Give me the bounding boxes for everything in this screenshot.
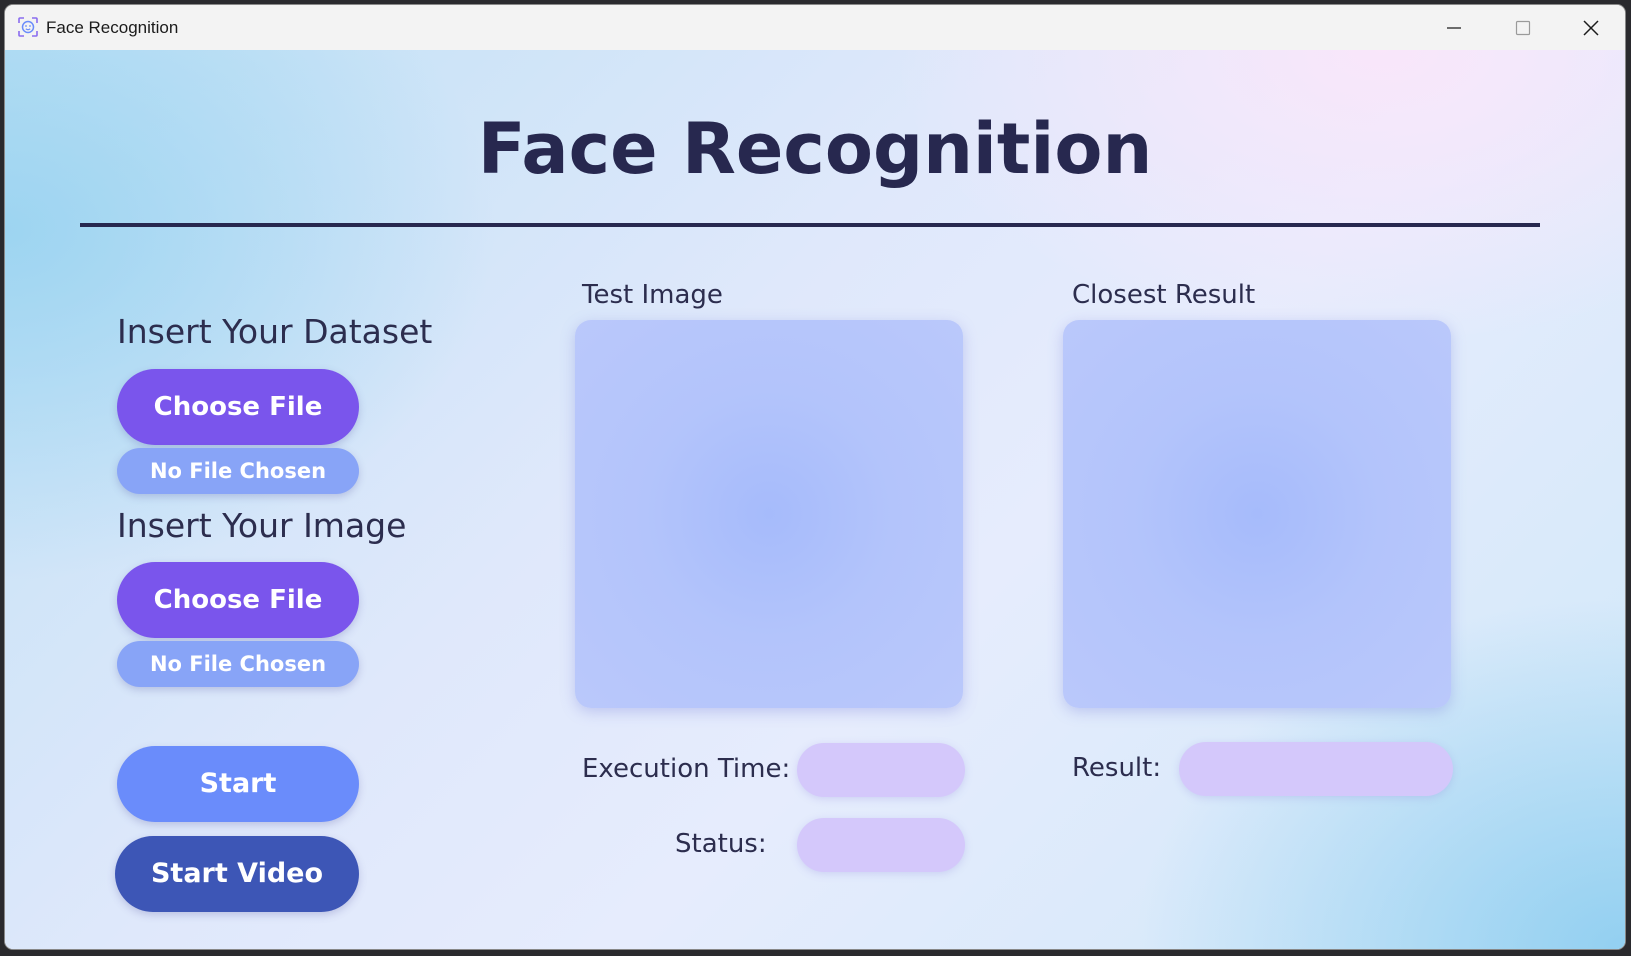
dataset-label: Insert Your Dataset — [117, 312, 433, 351]
closest-result-box — [1063, 320, 1451, 708]
result-label: Result: — [1072, 753, 1162, 783]
app-content: Face Recognition Insert Your Dataset Cho… — [5, 50, 1625, 949]
image-choose-file-button[interactable]: Choose File — [117, 562, 359, 638]
maximize-icon — [1515, 20, 1531, 36]
dataset-choose-file-button[interactable]: Choose File — [117, 369, 359, 445]
execution-time-label: Execution Time: — [582, 754, 791, 784]
start-video-button[interactable]: Start Video — [115, 836, 359, 912]
result-value — [1179, 742, 1453, 796]
window-title: Face Recognition — [46, 18, 179, 37]
title-divider — [80, 223, 1540, 227]
maximize-button[interactable] — [1489, 5, 1557, 50]
page-title: Face Recognition — [477, 108, 1153, 190]
minimize-button[interactable] — [1420, 5, 1488, 50]
start-button[interactable]: Start — [117, 746, 359, 822]
close-button[interactable] — [1557, 5, 1625, 50]
image-file-status: No File Chosen — [117, 641, 359, 687]
closest-result-label: Closest Result — [1072, 280, 1256, 310]
test-image-box — [575, 320, 963, 708]
execution-time-value — [797, 743, 965, 797]
close-icon — [1583, 20, 1599, 36]
face-scan-icon — [17, 16, 39, 38]
test-image-label: Test Image — [582, 280, 723, 310]
app-window: Face Recognition Face Recognition Insert… — [5, 5, 1625, 949]
image-label: Insert Your Image — [117, 506, 407, 545]
title-bar: Face Recognition — [5, 5, 1625, 50]
minimize-icon — [1447, 27, 1461, 29]
status-label: Status: — [675, 829, 767, 859]
status-value — [797, 818, 965, 872]
dataset-file-status: No File Chosen — [117, 448, 359, 494]
